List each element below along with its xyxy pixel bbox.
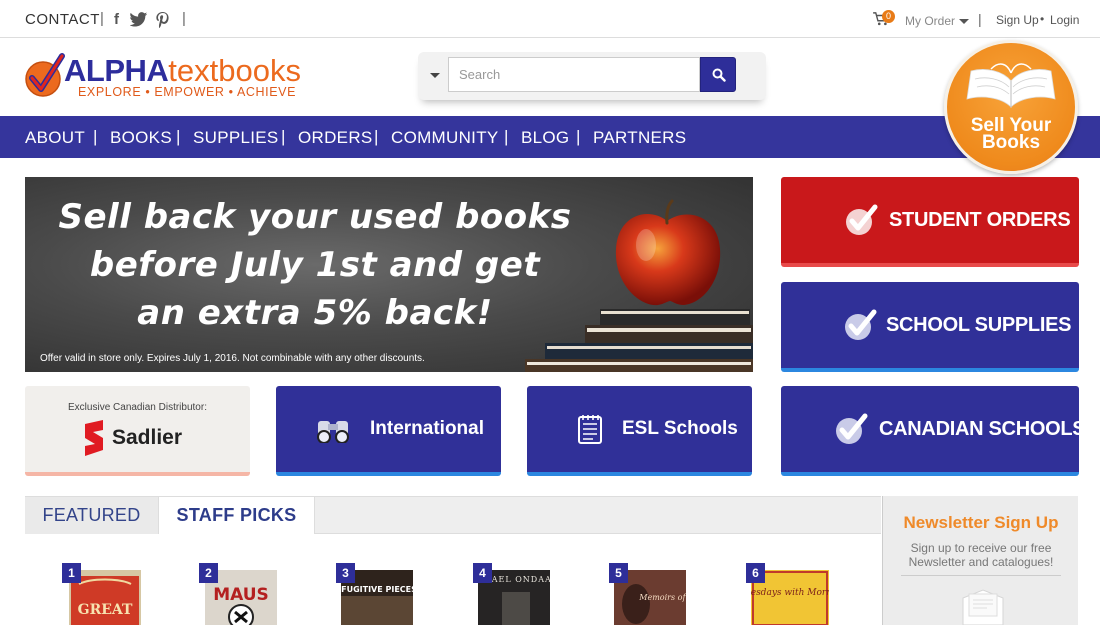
nav-item-books[interactable]: BOOKS (110, 128, 172, 148)
twitter-icon[interactable] (130, 12, 148, 27)
my-order-label: My Order (905, 14, 956, 28)
search-button[interactable] (700, 57, 736, 92)
main-nav: ABOUT | BOOKS | SUPPLIES | ORDERS | COMM… (0, 116, 1100, 158)
book-title: tuesdays with Morrie (751, 588, 829, 598)
notepad-icon (577, 386, 603, 472)
search-icon (712, 68, 726, 82)
book-title: Memoirs of a (638, 593, 686, 602)
school-supplies-button[interactable]: SCHOOL SUPPLIES (781, 282, 1079, 372)
book-rank-badge: 2 (199, 563, 218, 583)
sell-your-books-badge[interactable]: Sell Your Books (944, 40, 1078, 174)
logo-check-icon[interactable] (24, 52, 66, 98)
logo-tagline: EXPLORE • EMPOWER • ACHIEVE (78, 85, 297, 99)
apple-image (615, 199, 721, 306)
international-label: International (370, 418, 485, 439)
sadlier-caption: Exclusive Canadian Distributor: (68, 402, 207, 413)
nav-divider: | (374, 127, 379, 146)
divider: | (182, 10, 186, 27)
nav-divider: | (504, 127, 509, 146)
canadian-schools-label: CANADIAN SCHOOLS (879, 417, 1086, 440)
nav-item-orders[interactable]: ORDERS (298, 128, 373, 148)
book-rank-badge: 3 (336, 563, 355, 583)
hero-headline-line3: an extra 5% back! (137, 293, 493, 333)
nav-item-blog[interactable]: BLOG (521, 128, 569, 148)
product-tabs: FEATURED STAFF PICKS (25, 496, 881, 534)
newsletter-panel: Newsletter Sign Up Sign up to receive ou… (882, 496, 1078, 625)
login-link[interactable]: Login (1050, 13, 1079, 27)
pinterest-icon[interactable] (156, 12, 169, 28)
check-icon (844, 177, 878, 263)
chevron-down-icon (959, 19, 970, 25)
logo-textbooks-text: textbooks (168, 53, 301, 88)
nav-item-supplies[interactable]: SUPPLIES (193, 128, 279, 148)
separator-dot: • (1040, 12, 1045, 26)
nav-divider: | (93, 127, 98, 146)
book-rank-badge: 4 (473, 563, 492, 583)
tab-featured[interactable]: FEATURED (25, 497, 159, 534)
international-button[interactable]: International (276, 386, 501, 476)
sign-up-link[interactable]: Sign Up (996, 13, 1039, 27)
facebook-icon[interactable]: f (114, 11, 119, 28)
hero-headline-line2: before July 1st and get (89, 245, 541, 285)
nav-divider: | (576, 127, 581, 146)
search-input[interactable] (448, 57, 700, 92)
student-orders-button[interactable]: STUDENT ORDERS (781, 177, 1079, 267)
book-rank-badge: 5 (609, 563, 628, 583)
esl-schools-label: ESL Schools (622, 418, 738, 439)
envelope-icon (962, 589, 1004, 625)
top-bar: CONTACT | f | 0 My Order | Sign Up • Log… (0, 0, 1100, 38)
book-title: GREAT (78, 602, 133, 618)
hero-fine-print: Offer valid in store only. Expires July … (40, 353, 425, 364)
my-order-dropdown[interactable]: My Order (905, 14, 970, 28)
canadian-schools-button[interactable]: CANADIAN SCHOOLS (781, 386, 1086, 476)
nav-divider: | (281, 127, 286, 146)
sadlier-name: Sadlier (112, 426, 183, 449)
newsletter-divider (901, 575, 1061, 576)
binoculars-icon (314, 386, 354, 472)
book-rank-badge: 6 (746, 563, 765, 583)
open-book-icon (966, 63, 1056, 108)
divider: | (978, 11, 982, 27)
book-title: FUGITIVE PIECES (341, 585, 413, 594)
logo-alpha-text: ALPHA (64, 53, 169, 88)
contact-link[interactable]: CONTACT (25, 11, 100, 28)
divider: | (100, 10, 104, 27)
book-rank-badge: 1 (62, 563, 81, 583)
sell-badge-line2: Books (981, 132, 1041, 153)
check-icon (834, 386, 868, 472)
hero-banner[interactable]: Sell back your used books before July 1s… (25, 177, 753, 372)
newsletter-title[interactable]: Newsletter Sign Up (883, 513, 1079, 533)
student-orders-label: STUDENT ORDERS (889, 208, 1071, 231)
hero-headline-line1: Sell back your used books (58, 197, 572, 237)
search-category-dropdown-icon[interactable] (430, 73, 440, 78)
sadlier-distributor-tile[interactable]: Exclusive Canadian Distributor: Sadlier (25, 386, 250, 476)
nav-divider: | (176, 127, 181, 146)
sadlier-logo-icon (85, 420, 103, 456)
check-icon (843, 282, 877, 368)
book-title: MAUS (213, 585, 269, 605)
nav-item-about[interactable]: ABOUT (25, 128, 85, 148)
tab-staff-picks[interactable]: STAFF PICKS (159, 497, 315, 534)
nav-item-partners[interactable]: PARTNERS (593, 128, 686, 148)
school-supplies-label: SCHOOL SUPPLIES (886, 313, 1072, 336)
esl-schools-button[interactable]: ESL Schools (527, 386, 752, 476)
cart-count-badge: 0 (882, 10, 895, 23)
site-logo[interactable]: ALPHAtextbooks (64, 54, 301, 88)
newsletter-description: Sign up to receive our free Newsletter a… (908, 541, 1054, 569)
nav-item-community[interactable]: COMMUNITY (391, 128, 499, 148)
